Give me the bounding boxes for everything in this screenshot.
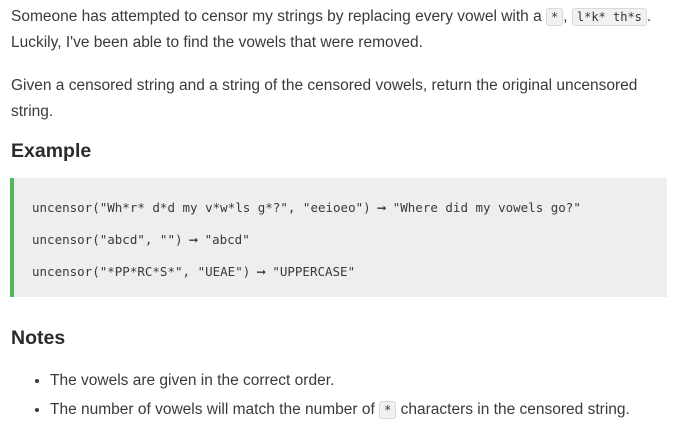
notes-item: The vowels are given in the correct orde…	[50, 366, 671, 395]
code-line-2: uncensor("abcd", "") ➞ "abcd"	[32, 224, 667, 256]
intro-text-prefix: Someone has attempted to censor my strin…	[11, 8, 547, 25]
code-line-3: uncensor("*PP*RC*S*", "UEAE") ➞ "UPPERCASE…	[32, 256, 667, 288]
intro-paragraph: Someone has attempted to censor my strin…	[11, 4, 671, 56]
example-heading: Example	[11, 140, 92, 162]
inline-code-asterisk: *	[379, 401, 397, 419]
code-result: "abcd"	[204, 232, 250, 247]
code-result: "Where did my vowels go?"	[392, 200, 581, 215]
inline-code-example: l*k* th*s	[571, 8, 647, 26]
task-paragraph: Given a censored string and a string of …	[11, 77, 638, 120]
intro-line-2: Luckily, I've been able to find the vowe…	[11, 34, 423, 51]
challenge-content: Someone has attempted to censor my strin…	[10, 0, 671, 425]
notes-heading: Notes	[11, 327, 66, 349]
inline-code-asterisk: *	[546, 8, 564, 26]
intro-comma: ,	[563, 8, 572, 25]
arrow-icon: ➞	[376, 201, 387, 215]
code-call: uncensor("Wh*r* d*d my v*w*ls g*?", "eei…	[32, 200, 371, 215]
notes-item: The number of vowels will match the numb…	[50, 395, 671, 425]
notes-item-text-suffix: characters in the censored string.	[396, 401, 630, 418]
intro-period: .	[646, 8, 652, 25]
arrow-icon: ➞	[188, 233, 199, 247]
code-line-1: uncensor("Wh*r* d*d my v*w*ls g*?", "eei…	[32, 192, 667, 224]
notes-item-text-prefix: The number of vowels will match the numb…	[50, 401, 380, 418]
example-code-block: uncensor("Wh*r* d*d my v*w*ls g*?", "eei…	[10, 178, 667, 297]
notes-item-text: The vowels are given in the correct orde…	[50, 372, 335, 389]
code-call: uncensor("*PP*RC*S*", "UEAE")	[32, 264, 251, 279]
arrow-icon: ➞	[256, 265, 267, 279]
notes-list: The vowels are given in the correct orde…	[11, 366, 671, 425]
code-result: "UPPERCASE"	[272, 264, 356, 279]
code-call: uncensor("abcd", "")	[32, 232, 183, 247]
